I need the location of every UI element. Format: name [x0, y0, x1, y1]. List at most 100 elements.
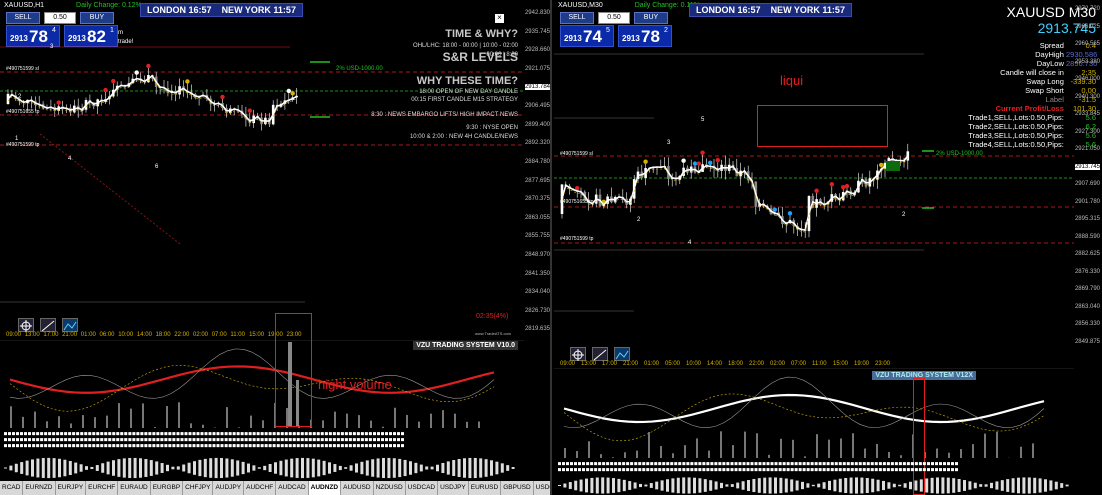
price-tick: 2834.040	[524, 289, 550, 296]
symbol-tab[interactable]: EURGBP	[151, 481, 184, 495]
volume-bar	[394, 407, 396, 428]
chart-draw-icon[interactable]	[614, 347, 630, 361]
time-tick: 09:00	[560, 361, 576, 367]
crosshair-icon[interactable]	[18, 318, 34, 332]
histogram-bar	[463, 458, 466, 478]
price-tick: 2863.040	[1074, 303, 1100, 310]
histogram-bar	[284, 459, 288, 477]
volume-bar	[840, 438, 842, 458]
price-tick: 2927.300	[1074, 128, 1100, 135]
volume-bar	[454, 413, 456, 428]
symbol-tab[interactable]: AUDNZD	[308, 481, 342, 495]
symbol-tab[interactable]: AUDJPY	[213, 481, 245, 495]
histogram-bar	[779, 477, 783, 494]
volume-bar	[600, 454, 602, 458]
histogram-bar	[790, 479, 794, 492]
right-indicator-chart[interactable]	[554, 368, 1074, 458]
signal-dot	[772, 207, 777, 212]
crosshair-icon[interactable]	[570, 347, 586, 361]
price-tick: 2921.050	[1074, 146, 1100, 152]
volume-bar	[564, 447, 566, 458]
histogram-bar	[725, 484, 729, 487]
left-symbol-label: XAUUSD,H1	[4, 2, 45, 9]
histogram-bar	[676, 477, 680, 494]
signal-dot	[696, 161, 701, 166]
histogram-bar	[811, 484, 815, 487]
left-indicator-chart[interactable]	[0, 340, 524, 428]
histogram-bar	[574, 480, 578, 491]
histogram-bar	[1033, 477, 1037, 494]
right-histogram	[558, 477, 1069, 494]
right-candle-count: 4	[688, 240, 692, 246]
projection-line	[39, 133, 181, 245]
symbol-tab[interactable]: EURJPY	[56, 481, 87, 495]
symbol-tab[interactable]: USDJPY	[438, 481, 469, 495]
volume-bar	[226, 407, 228, 428]
signal-dot	[787, 211, 793, 216]
time-tick: 21:00	[62, 332, 78, 338]
time-tick: 22:00	[174, 332, 190, 338]
histogram-bar	[230, 459, 234, 477]
price-tick: 2913.784	[524, 84, 550, 91]
right-price-chart[interactable]	[554, 14, 1074, 354]
histogram-bar	[306, 458, 310, 478]
volume-bar	[442, 410, 444, 428]
histogram-bar	[946, 477, 950, 494]
histogram-bar	[1006, 479, 1010, 492]
left-price-axis[interactable]: 2942.830 2935.745 2928.660 2921.075 2913.784…	[524, 10, 550, 355]
histogram-bar	[95, 465, 99, 471]
symbol-tab[interactable]: GBPUSD	[501, 481, 534, 495]
histogram-bar	[268, 463, 272, 473]
symbol-tab[interactable]: EURUSD	[469, 481, 502, 495]
symbol-tab[interactable]: CHFJPY	[183, 481, 214, 495]
right-usd-risk-label: 2% USD-1000.00	[936, 151, 983, 157]
histogram-bar	[801, 481, 804, 490]
right-candle-count: 5	[701, 117, 705, 123]
left-order-tag: #490751655 tp	[6, 109, 40, 115]
symbol-tab[interactable]: EURNZD	[23, 481, 56, 495]
histogram-bar	[301, 457, 304, 479]
chart-draw-icon[interactable]	[62, 318, 78, 332]
histogram-bar	[263, 465, 267, 471]
right-price-axis[interactable]: 2972.720 2966.025 2960.565 2953.380 2946.000…	[1074, 6, 1102, 361]
symbol-tab[interactable]: AUDCHF	[244, 481, 277, 495]
histogram-bar	[644, 484, 648, 487]
histogram-bar	[468, 457, 472, 479]
histogram-bar	[506, 465, 510, 471]
symbol-tab[interactable]: RCAD	[0, 481, 24, 495]
histogram-bar	[768, 477, 772, 494]
histogram-bar	[995, 481, 999, 490]
right-candle-count: 2	[637, 217, 641, 223]
histogram-bar	[633, 482, 637, 489]
left-candle-count: 3	[50, 44, 54, 50]
histogram-bar	[392, 458, 396, 478]
price-tick: 2933.845	[1074, 111, 1100, 117]
histogram-bar	[882, 480, 885, 491]
symbol-tab[interactable]: NZDUSD	[374, 481, 406, 495]
histogram-bar	[1038, 478, 1042, 493]
symbol-tab[interactable]: EURCHF	[86, 481, 119, 495]
volume-bar	[660, 446, 662, 458]
volume-bar	[406, 414, 408, 428]
volume-bar	[358, 415, 360, 428]
histogram-bar	[925, 478, 929, 493]
signal-dot	[643, 159, 648, 164]
trendline-icon[interactable]	[592, 347, 608, 361]
histogram-bar	[585, 478, 588, 493]
reason-line-5: 10:00 & 2:00 : NEW 4H CANDLE/NEWS	[409, 134, 518, 140]
symbol-tab[interactable]: EURAUD	[118, 481, 151, 495]
left-strength-grid: ■■■■■■■■■■■■■■■■■■■■■■■■■■■■■■■■■■■■■■■■…	[4, 431, 406, 449]
trendline-icon[interactable]	[40, 318, 56, 332]
symbol-tab[interactable]: USDCAD	[406, 481, 439, 495]
histogram-bar	[241, 461, 245, 475]
histogram-bar	[876, 479, 880, 492]
left-chart-window[interactable]: XAUUSD,H1 Daily Change: 0.12% LONDON 16:…	[0, 0, 552, 495]
symbol-tab[interactable]: AUDUSD	[341, 481, 374, 495]
symbol-tab[interactable]: AUDCAD	[276, 481, 309, 495]
right-chart-window[interactable]: XAUUSD,M30 Daily Change: 0.11% LONDON 16…	[554, 0, 1102, 495]
symbol-tab[interactable]: USDCHF	[534, 481, 550, 495]
histogram-bar	[590, 477, 594, 494]
price-tick: 2899.400	[524, 121, 550, 128]
time-tick: 07:00	[791, 361, 807, 367]
price-tick: 2913.745	[1074, 163, 1100, 170]
